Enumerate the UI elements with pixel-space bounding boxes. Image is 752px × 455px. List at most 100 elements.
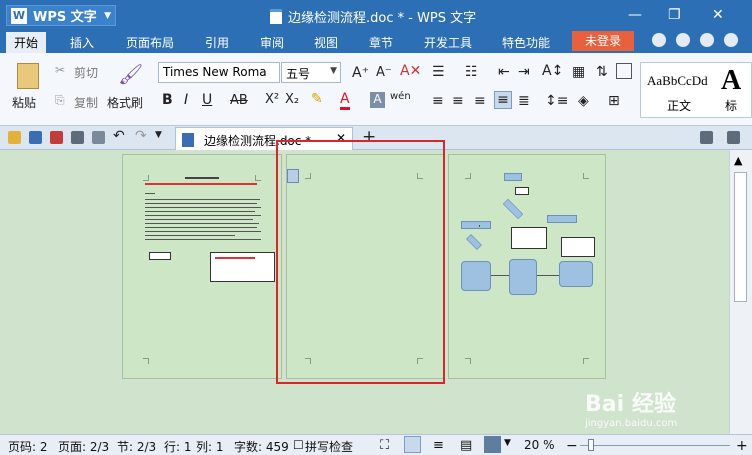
tab-page-layout[interactable]: 页面布局 — [126, 34, 174, 51]
highlight-icon[interactable]: ✎ — [311, 91, 323, 107]
print-icon[interactable] — [71, 131, 84, 144]
increase-indent-icon[interactable]: ⇥ — [518, 64, 530, 80]
table-icon[interactable]: ▦ — [572, 64, 585, 80]
tab-developer[interactable]: 开发工具 — [424, 34, 472, 51]
scroll-thumb[interactable] — [734, 172, 747, 302]
border-icon[interactable]: ⊞ — [608, 93, 620, 109]
page-3[interactable] — [448, 154, 606, 379]
menu-bar: 开始 插入 页面布局 引用 审阅 视图 章节 开发工具 特色功能 — [0, 30, 752, 53]
show-marks-icon[interactable] — [616, 63, 632, 79]
print-preview-icon[interactable] — [92, 131, 105, 144]
numbered-list-icon[interactable]: ☷ — [465, 64, 478, 80]
document-icon — [270, 9, 282, 24]
app-brand: WPS 文字 — [33, 10, 97, 25]
wps-menu-button[interactable]: W WPS 文字 ▼ — [6, 5, 116, 26]
fullscreen-icon[interactable]: ⛶ — [380, 438, 389, 453]
tab-view[interactable]: 视图 — [314, 34, 338, 51]
undo-icon[interactable]: ↶ — [113, 128, 125, 144]
skin-icon[interactable] — [652, 33, 666, 47]
feedback-icon[interactable] — [676, 33, 690, 47]
underline-icon[interactable]: U — [202, 92, 212, 108]
tab-insert[interactable]: 插入 — [70, 34, 94, 51]
distribute-icon[interactable]: ≣ — [518, 93, 530, 109]
page-view-icon[interactable] — [404, 436, 421, 453]
help-icon[interactable] — [724, 33, 738, 47]
grow-font-icon[interactable]: A⁺ — [352, 65, 369, 81]
status-section: 节: 2/3 — [117, 440, 157, 454]
subscript-icon[interactable]: X₂ — [285, 92, 299, 107]
save-icon[interactable] — [29, 131, 42, 144]
paste-icon[interactable] — [17, 63, 39, 89]
font-size-select[interactable]: 五号 ▼ — [281, 62, 341, 83]
page-1[interactable] — [122, 154, 282, 379]
close-icon[interactable]: ✕ — [712, 7, 724, 23]
tab-chapter[interactable]: 章节 — [369, 34, 393, 51]
align-center-icon[interactable]: ≡ — [452, 93, 464, 109]
login-button[interactable]: 未登录 — [572, 31, 634, 51]
redo-icon[interactable]: ↷ — [135, 128, 147, 144]
collapse-ribbon-icon[interactable] — [727, 131, 740, 144]
status-column: 列: 1 — [196, 440, 224, 454]
italic-icon[interactable]: I — [184, 92, 188, 108]
zoom-slider[interactable] — [580, 445, 730, 446]
fill-color-icon[interactable]: ◈ — [578, 93, 589, 109]
minimize-icon[interactable]: — — [628, 7, 642, 23]
export-pdf-icon[interactable] — [50, 131, 63, 144]
sort-icon[interactable]: ⇅ — [596, 64, 608, 80]
open-folder-icon[interactable] — [8, 131, 21, 144]
zoom-level[interactable]: 20 % — [524, 438, 555, 452]
tab-features[interactable]: 特色功能 — [502, 34, 550, 51]
status-bar: 页码: 2 页面: 2/3 节: 2/3 行: 1 列: 1 字数: 459 ☐… — [0, 434, 752, 455]
font-color-icon[interactable]: A — [340, 91, 350, 110]
scroll-up-icon[interactable]: ▲ — [734, 154, 742, 167]
status-page-number[interactable]: 页码: 2 — [8, 438, 48, 455]
window-title: 边缘检测流程.doc * - WPS 文字 — [270, 7, 476, 26]
zoom-out-icon[interactable]: − — [566, 438, 578, 454]
outline-view-icon[interactable]: ≡ — [433, 438, 444, 453]
superscript-icon[interactable]: X² — [265, 92, 279, 107]
view-dropdown-icon[interactable]: ▼ — [504, 438, 511, 448]
zoom-slider-thumb[interactable] — [588, 439, 594, 451]
web-view-icon[interactable]: ▤ — [460, 438, 472, 453]
line-spacing-icon[interactable]: ↕≡ — [545, 93, 568, 109]
font-name-select[interactable]: Times New Roma — [158, 62, 280, 83]
word-doc-icon — [182, 133, 194, 147]
cut-button[interactable]: 剪切 — [74, 64, 98, 81]
copy-button[interactable]: 复制 — [74, 94, 98, 111]
align-right-icon[interactable]: ≡ — [474, 93, 486, 109]
highlight-rectangle — [276, 140, 445, 384]
status-word-count[interactable]: 字数: 459 — [234, 438, 289, 455]
bold-icon[interactable]: B — [162, 92, 173, 108]
strikethrough-icon[interactable]: AB — [230, 93, 248, 108]
format-painter-icon: 🖌 — [118, 62, 144, 86]
decrease-indent-icon[interactable]: ⇤ — [498, 64, 510, 80]
tab-list-icon[interactable] — [700, 131, 713, 144]
bullet-list-icon[interactable]: ☰ — [432, 64, 445, 80]
paste-button[interactable]: 粘贴 — [12, 94, 36, 111]
justify-icon[interactable]: ≡ — [494, 91, 512, 109]
quick-access-dropdown-icon[interactable]: ▼ — [155, 130, 162, 140]
status-row: 行: 1 — [164, 440, 192, 454]
tab-references[interactable]: 引用 — [205, 34, 229, 51]
vertical-scrollbar[interactable]: ▲ — [729, 150, 752, 434]
shrink-font-icon[interactable]: A⁻ — [376, 65, 392, 80]
tab-start[interactable]: 开始 — [6, 32, 47, 53]
text-direction-icon[interactable]: A↕ — [542, 63, 563, 79]
reading-view-icon[interactable] — [484, 436, 501, 453]
style-heading[interactable]: A 标 — [717, 63, 752, 117]
zoom-in-icon[interactable]: + — [736, 438, 748, 454]
spell-check-checkbox[interactable]: ☐ — [293, 438, 304, 452]
format-painter-button[interactable]: 格式刷 — [107, 94, 143, 111]
clear-format-icon[interactable]: A✕ — [400, 63, 421, 79]
tab-review[interactable]: 审阅 — [260, 34, 284, 51]
phonetic-icon[interactable]: wén — [390, 91, 411, 102]
style-gallery: AaBbCcDd 正文 A 标 — [640, 62, 752, 118]
status-page-count: 页面: 2/3 — [58, 440, 110, 454]
spell-check-label[interactable]: 拼写检查 — [305, 438, 353, 455]
chevron-down-icon: ▼ — [330, 66, 337, 76]
style-normal[interactable]: AaBbCcDd 正文 — [641, 63, 716, 117]
shirt-icon[interactable] — [700, 33, 714, 47]
char-shading-icon[interactable]: A — [370, 92, 385, 108]
restore-icon[interactable]: ❐ — [668, 7, 681, 23]
align-left-icon[interactable]: ≡ — [432, 93, 444, 109]
